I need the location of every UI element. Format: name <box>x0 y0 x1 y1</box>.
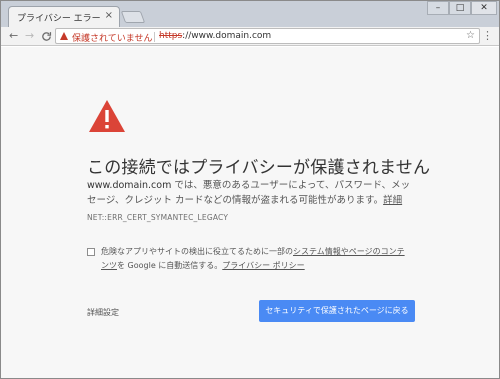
send-report-checkbox[interactable] <box>87 248 95 256</box>
url-text[interactable]: https://www.domain.com <box>159 31 271 41</box>
address-divider <box>154 32 155 42</box>
url-scheme: https <box>159 31 183 41</box>
tab-privacy-error[interactable]: プライバシー エラー × <box>8 6 120 27</box>
error-code: NET::ERR_CERT_SYMANTEC_LEGACY <box>87 213 229 222</box>
error-message: www.domain.com では、悪意のあるユーザーによって、パスワード、メッ… <box>87 178 417 208</box>
send-report-prefix: 危険なアプリやサイトの検出に役立てるために一部の <box>101 247 293 256</box>
back-to-safety-button[interactable]: セキュリティで保護されたページに戻る <box>259 300 415 322</box>
title-bar: プライバシー エラー × – □ ✕ <box>1 1 499 27</box>
error-domain: www.domain.com <box>87 180 172 191</box>
address-bar[interactable]: 保護されていません https://www.domain.com ☆ <box>55 28 480 44</box>
advanced-button[interactable]: 詳細設定 <box>87 307 119 318</box>
toolbar: ← → 保護されていません https://www.domain.com ☆ ⋮ <box>1 27 499 46</box>
send-report-label: 危険なアプリやサイトの検出に役立てるために一部のシステム情報やページのコンテンツ… <box>101 245 411 273</box>
privacy-policy-link[interactable]: プライバシー ポリシー <box>222 261 304 270</box>
security-status-label[interactable]: 保護されていません <box>72 31 152 44</box>
error-headline: この接続ではプライバシーが保護されません <box>87 158 431 178</box>
close-tab-icon[interactable]: × <box>105 10 113 22</box>
forward-arrow-icon[interactable]: → <box>25 29 34 43</box>
star-icon[interactable]: ☆ <box>466 30 475 41</box>
window-close-button[interactable]: ✕ <box>471 1 497 15</box>
warning-triangle-icon[interactable] <box>60 32 68 40</box>
browser-window: プライバシー エラー × – □ ✕ ← → 保護されていません https:/… <box>0 0 500 379</box>
back-arrow-icon[interactable]: ← <box>9 29 18 43</box>
new-tab-button[interactable] <box>120 11 146 23</box>
minimize-button[interactable]: – <box>427 1 449 15</box>
reload-icon[interactable] <box>41 29 52 42</box>
maximize-button[interactable]: □ <box>449 1 471 15</box>
details-link[interactable]: 詳細 <box>383 195 402 206</box>
menu-icon[interactable]: ⋮ <box>482 29 493 43</box>
error-page: この接続ではプライバシーが保護されません www.domain.com では、悪… <box>1 47 499 378</box>
tab-title: プライバシー エラー <box>17 14 101 24</box>
send-report-mid: を Google に自動送信する。 <box>117 261 223 270</box>
warning-triangle-icon <box>89 100 125 132</box>
url-host: ://www.domain.com <box>182 31 272 41</box>
